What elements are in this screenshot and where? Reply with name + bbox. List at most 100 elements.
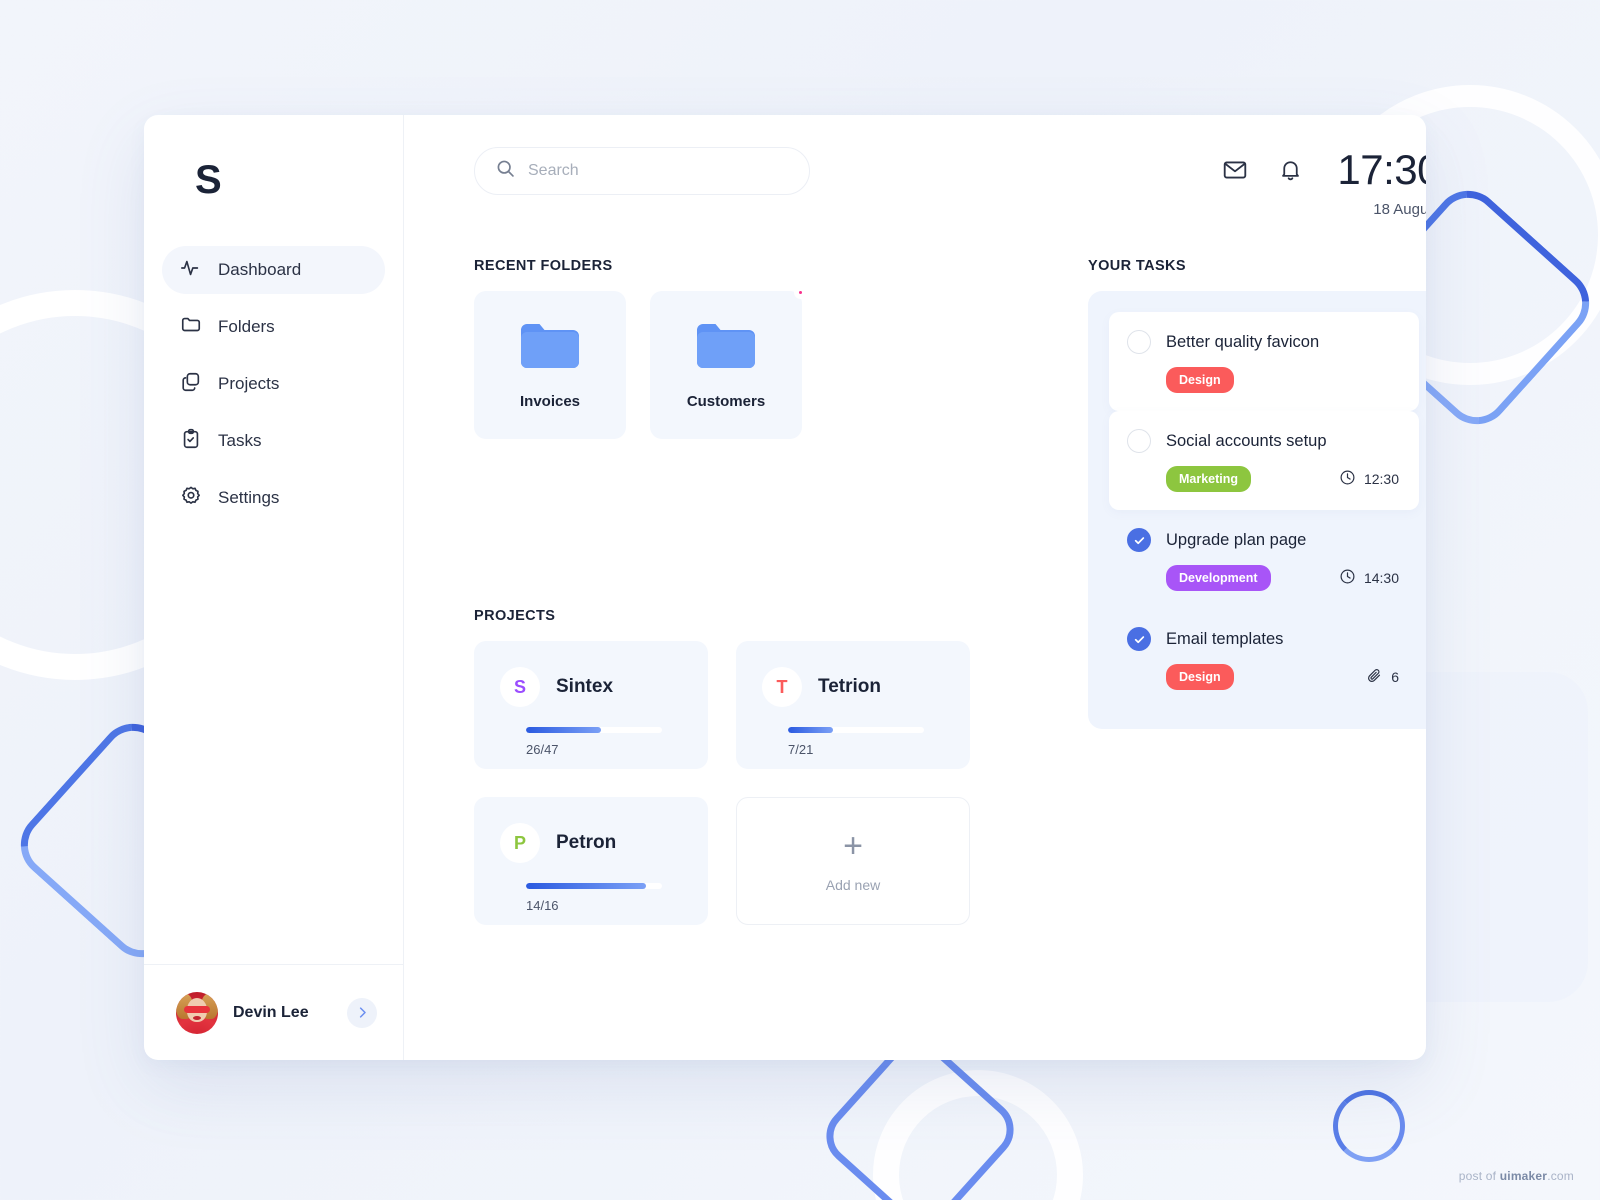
sidebar-item-dashboard[interactable]: Dashboard: [162, 246, 385, 294]
watermark: post of uimaker.com: [1459, 1169, 1574, 1183]
task-title: Upgrade plan page: [1166, 530, 1307, 549]
sidebar-item-label: Settings: [218, 488, 280, 507]
project-count: 26/47: [526, 742, 559, 757]
clock-date: 18 August: [1373, 201, 1426, 218]
gear-icon: [180, 485, 202, 512]
clipboard-check-icon: [180, 428, 202, 455]
project-card-sintex[interactable]: S Sintex 26/47: [474, 641, 708, 769]
background-circle-blue: [1333, 1090, 1405, 1162]
project-initial: P: [500, 823, 540, 863]
folder-name: Customers: [686, 393, 766, 410]
progress-bar: [526, 727, 662, 733]
status-badge: Development: [1166, 565, 1271, 591]
task-checkbox[interactable]: [1127, 330, 1151, 354]
task-meta: 12:30: [1339, 469, 1399, 489]
tasks-title: YOUR TASKS: [1088, 258, 1186, 274]
project-card-petron[interactable]: P Petron 14/16: [474, 797, 708, 925]
sidebar-item-label: Dashboard: [218, 260, 302, 279]
sidebar-item-label: Folders: [218, 317, 275, 336]
search-icon: [495, 158, 516, 184]
clock-time: 17:30: [1337, 146, 1426, 193]
task-meta-value: 6: [1391, 669, 1399, 685]
progress-bar: [788, 727, 924, 733]
app-window: S Dashboard Folders Projects Tasks Setti…: [144, 115, 1426, 1060]
header-actions: 17:30 18 August: [1222, 147, 1426, 218]
folder-icon: [695, 320, 757, 377]
status-badge: Design: [1166, 367, 1234, 393]
activity-icon: [180, 257, 202, 284]
task-row[interactable]: Email templates Design 6: [1109, 609, 1419, 708]
folder-card-customers[interactable]: Customers: [650, 286, 807, 439]
task-title: Email templates: [1166, 629, 1284, 648]
task-row[interactable]: Upgrade plan page Development 14:30: [1109, 510, 1419, 609]
search-bar[interactable]: [474, 147, 810, 195]
progress-bar: [526, 883, 662, 889]
avatar: [176, 991, 218, 1034]
profile-name: Devin Lee: [233, 1003, 309, 1021]
clock-icon: [1339, 568, 1356, 588]
sidebar-item-tasks[interactable]: Tasks: [162, 417, 385, 465]
project-initial-letter: P: [513, 832, 526, 853]
sidebar-item-label: Tasks: [218, 431, 262, 450]
notification-dot: [794, 286, 807, 299]
copy-icon: [180, 371, 202, 398]
main-content: 17:30 18 August RECENT FOLDERS Invoices: [404, 115, 1426, 1060]
sidebar-item-projects[interactable]: Projects: [162, 360, 385, 408]
clock-icon: [1339, 469, 1356, 489]
status-badge: Marketing: [1166, 466, 1252, 492]
tasks-list: Better quality favicon Design Social acc…: [1088, 291, 1426, 729]
task-meta: 6: [1366, 667, 1399, 687]
projects-title: PROJECTS: [474, 608, 556, 624]
mail-icon[interactable]: [1222, 149, 1248, 188]
project-card-tetrion[interactable]: T Tetrion 7/21: [736, 641, 970, 769]
projects-grid: S Sintex 26/47 T Tetrion 7/21 P Petron 1…: [474, 641, 1034, 925]
project-name: Sintex: [556, 676, 614, 697]
recent-folders-title: RECENT FOLDERS: [474, 258, 613, 274]
bell-icon[interactable]: [1278, 149, 1303, 187]
topbar: 17:30 18 August: [474, 147, 1426, 218]
watermark-prefix: post of: [1458, 1169, 1500, 1183]
task-title: Better quality favicon: [1166, 332, 1320, 351]
background-circle-bottom: [873, 1070, 1083, 1200]
projects-section: PROJECTS S Sintex 26/47 T Tetrion 7/21 P…: [474, 608, 1034, 925]
app-logo: S: [195, 158, 222, 202]
project-name: Petron: [556, 832, 617, 853]
sidebar-item-settings[interactable]: Settings: [162, 474, 385, 522]
task-checkbox[interactable]: [1127, 627, 1151, 651]
project-initial: S: [500, 667, 540, 707]
task-checkbox[interactable]: [1127, 528, 1151, 552]
watermark-brand: uimaker: [1499, 1169, 1548, 1183]
project-name: Tetrion: [818, 676, 881, 697]
task-row[interactable]: Better quality favicon Design: [1109, 312, 1419, 411]
task-checkbox[interactable]: [1127, 429, 1151, 453]
folder-card-invoices[interactable]: Invoices: [474, 291, 626, 439]
project-initial-letter: T: [776, 676, 788, 697]
sidebar: S Dashboard Folders Projects Tasks Setti…: [144, 115, 404, 1060]
user-profile[interactable]: Devin Lee: [144, 964, 403, 1060]
sidebar-item-label: Projects: [218, 374, 280, 393]
chevron-right-icon[interactable]: [347, 997, 377, 1028]
left-column: RECENT FOLDERS Invoices Customers PROJEC…: [474, 258, 1034, 925]
project-initial: T: [762, 667, 802, 707]
sidebar-item-folders[interactable]: Folders: [162, 303, 385, 351]
task-meta: 14:30: [1339, 568, 1399, 588]
folder-icon: [180, 314, 202, 341]
task-row[interactable]: Social accounts setup Marketing 12:30: [1109, 411, 1419, 510]
project-count: 7/21: [788, 742, 814, 757]
status-badge: Design: [1166, 664, 1234, 690]
add-new-label: Add new: [825, 877, 881, 893]
paperclip-icon: [1366, 667, 1383, 687]
sidebar-nav: Dashboard Folders Projects Tasks Setting…: [144, 246, 403, 964]
plus-icon: +: [843, 827, 863, 865]
project-initial-letter: S: [513, 676, 526, 697]
task-meta-value: 12:30: [1363, 471, 1399, 487]
task-title: Social accounts setup: [1166, 431, 1327, 450]
task-meta-value: 14:30: [1363, 570, 1399, 586]
folder-icon: [519, 320, 581, 377]
folder-name: Invoices: [519, 393, 581, 410]
add-new-project-button[interactable]: + Add new: [736, 797, 970, 925]
search-input[interactable]: [528, 162, 789, 180]
content-columns: RECENT FOLDERS Invoices Customers PROJEC…: [474, 258, 1426, 925]
watermark-suffix: .com: [1547, 1169, 1574, 1183]
clock: 17:30 18 August: [1337, 146, 1426, 219]
